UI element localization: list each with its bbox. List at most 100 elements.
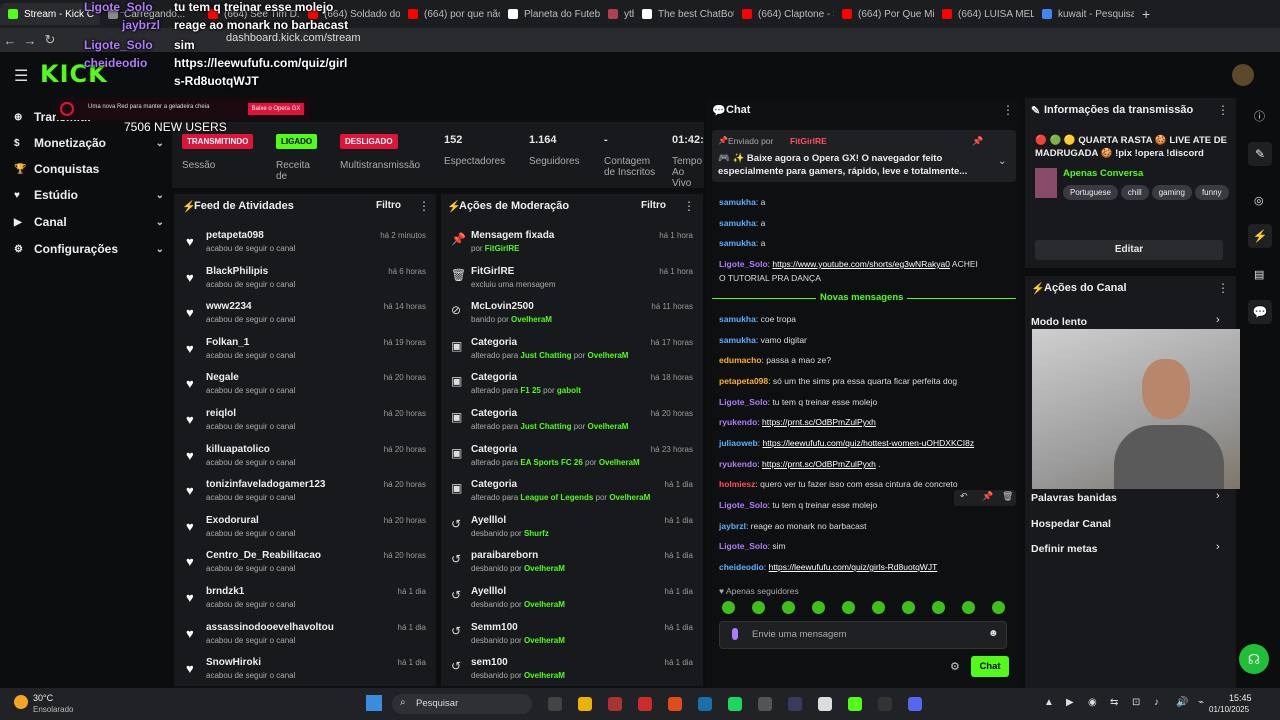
mod-filter-button[interactable]: Filtro [641, 200, 666, 211]
browser-tab[interactable]: (664) Claptone - Sa [734, 3, 834, 25]
chat-username[interactable]: samukha [719, 197, 756, 207]
feed-item[interactable]: ♥ BlackPhilipis acabou de seguir o canal há… [174, 266, 434, 301]
chat-message[interactable]: Ligote_Solo: https://www.youtube.com/sho… [719, 259, 978, 269]
pencil-icon[interactable]: ✎ [1248, 142, 1272, 166]
mod-item[interactable]: ▣ Categoria alterado para Just Chatting po… [441, 337, 701, 372]
feed-menu-icon[interactable]: ⋮ [418, 199, 430, 213]
sidebar-item[interactable]: ⚙ Configurações ⌄ [14, 242, 164, 256]
mod-item[interactable]: ↺ Semm100 desbanido por OvelheraM há 1 dia [441, 622, 701, 657]
mod-item-title[interactable]: Semm100 [471, 622, 518, 633]
mod-item-title[interactable]: Ayelllol [471, 515, 506, 526]
sidebar-item[interactable]: ▶ Canal ⌄ [14, 215, 164, 229]
mod-item-title[interactable]: Categoria [471, 408, 517, 419]
emote-icon[interactable] [872, 601, 885, 614]
chat-message[interactable]: samukha: a [719, 218, 765, 228]
delete-icon[interactable]: 🗑 [1002, 491, 1013, 502]
chat-input[interactable]: Envie uma mensagem ☻ [719, 621, 1007, 649]
feed-username[interactable]: www2234 [206, 301, 252, 312]
support-icon[interactable]: ☊ [1239, 644, 1269, 674]
chat-bubble-icon[interactable]: 💬 [1248, 300, 1272, 324]
feed-username[interactable]: Centro_De_Reabilitacao [206, 550, 321, 561]
emote-icon[interactable] [782, 601, 795, 614]
mod-item-title[interactable]: Categoria [471, 444, 517, 455]
browser-tab[interactable]: kuwait - Pesquisa G [1034, 3, 1134, 25]
feed-filter-button[interactable]: Filtro [376, 200, 401, 211]
browser-tab[interactable]: The best ChatBot a [634, 3, 734, 25]
chevron-right-icon[interactable]: › [1216, 541, 1220, 553]
reply-icon[interactable]: ↶ [960, 491, 968, 502]
ad-button[interactable]: Baixe o Opera GX [248, 103, 304, 115]
chat-username[interactable]: edumacho [719, 355, 762, 365]
mod-item[interactable]: ▣ Categoria alterado para F1 25 por gabolt… [441, 372, 701, 407]
tag-chip[interactable]: funny [1194, 185, 1229, 200]
chat-link[interactable]: https://leewufufu.com/quiz/girls-Rd8uotq… [769, 562, 938, 572]
mod-item[interactable]: ⊘ McLovin2500 banido por OvelheraM há 11 h… [441, 301, 701, 336]
feed-item[interactable]: ♥ Centro_De_Reabilitacao acabou de seguir … [174, 550, 434, 585]
chat-username[interactable]: samukha [719, 314, 756, 324]
taskbar-app-icon[interactable] [788, 697, 802, 711]
slow-mode-item[interactable]: Modo lento [1031, 316, 1087, 328]
host-channel-item[interactable]: Hospedar Canal [1031, 518, 1111, 530]
chat-menu-icon[interactable]: ⋮ [1002, 103, 1014, 117]
menu-icon[interactable]: ☰ [14, 66, 28, 86]
chat-link[interactable]: https://leewufufu.com/quiz/hottest-women… [762, 438, 974, 448]
tray-icon[interactable]: ▲ [1044, 697, 1054, 708]
taskbar-search[interactable]: ⌕ Pesquisar [392, 694, 532, 714]
lightning-icon[interactable]: ⚡ [1248, 224, 1272, 248]
browser-tab[interactable]: Planeta do Futebol [500, 3, 600, 25]
chat-message[interactable]: O TUTORIAL PRA DANÇA [719, 273, 821, 283]
taskbar-app-icon[interactable] [818, 697, 832, 711]
mod-item[interactable]: ↺ sem100 desbanido por OvelheraM há 1 dia [441, 657, 701, 686]
emote-icon[interactable] [902, 601, 915, 614]
chat-username[interactable]: samukha [719, 335, 756, 345]
chat-username[interactable]: jaybrzl [719, 521, 746, 531]
camera-icon[interactable]: ◎ [1254, 194, 1264, 207]
gear-icon[interactable]: ⚙ [950, 660, 960, 673]
feed-username[interactable]: Negale [206, 372, 239, 383]
chevron-right-icon[interactable]: › [1216, 314, 1220, 326]
taskbar-app-icon[interactable] [908, 697, 922, 711]
avatar[interactable] [1232, 64, 1254, 86]
pinned-message[interactable]: 📌 Enviado por FitGirlRE 📌 🎮 ✨ Baixe agor… [712, 130, 1016, 182]
tray-icon[interactable]: 🔊 [1176, 697, 1188, 708]
chevron-down-icon[interactable]: ⌄ [156, 217, 164, 228]
channel-actions-menu-icon[interactable]: ⋮ [1217, 281, 1229, 295]
mod-item-title[interactable]: McLovin2500 [471, 301, 534, 312]
mod-item[interactable]: 🗑 FitGirlRE excluiu uma mensagem há 1 hora [441, 266, 701, 301]
mod-item[interactable]: 📌 Mensagem fixada por FitGirlRE há 1 hora [441, 230, 701, 265]
feed-username[interactable]: Exodorural [206, 515, 259, 526]
taskbar-app-icon[interactable] [758, 697, 772, 711]
browser-tab[interactable]: (664) Por Que Mina [834, 3, 934, 25]
chat-username[interactable]: samukha [719, 218, 756, 228]
taskbar-app-icon[interactable] [548, 697, 562, 711]
mod-item-title[interactable]: Mensagem fixada [471, 230, 554, 241]
mod-item-title[interactable]: sem100 [471, 657, 508, 668]
emote-icon[interactable] [752, 601, 765, 614]
chat-message[interactable]: jaybrzl: reage ao monark no barbacast [719, 521, 866, 531]
feed-username[interactable]: reiqlol [206, 408, 236, 419]
tray-icon[interactable]: ⊡ [1132, 697, 1140, 708]
chat-username[interactable]: ryukendo [719, 417, 757, 427]
emote-icon[interactable] [932, 601, 945, 614]
microphone-icon[interactable] [732, 628, 738, 640]
emote-icon[interactable] [722, 601, 735, 614]
chat-message[interactable]: Ligote_Solo: tu tem q treinar esse molej… [719, 397, 877, 407]
forward-icon[interactable]: → [20, 33, 40, 48]
chat-username[interactable]: Ligote_Solo [719, 259, 768, 269]
sidebar-item[interactable]: $ Monetização ⌄ [14, 136, 164, 150]
feed-item[interactable]: ♥ assassinodooevelhavoltou acabou de segui… [174, 622, 434, 657]
mod-item-title[interactable]: Ayelllol [471, 586, 506, 597]
chat-message[interactable]: ryukendo: https://prnt.sc/OdBPmZulPyxh [719, 417, 876, 427]
feed-username[interactable]: brndzk1 [206, 586, 244, 597]
chat-username[interactable]: ryukendo [719, 459, 757, 469]
chat-username[interactable]: samukha [719, 238, 756, 248]
chat-link[interactable]: https://www.youtube.com/shorts/eg3wNRaky… [772, 259, 950, 269]
chat-username[interactable]: petapeta098 [719, 376, 768, 386]
info-icon[interactable]: ⓘ [1254, 108, 1265, 124]
tray-icon[interactable]: ⇆ [1110, 697, 1118, 708]
feed-username[interactable]: killuapatolico [206, 444, 270, 455]
taskbar-app-icon[interactable] [608, 697, 622, 711]
sidebar-item[interactable]: 🏆 Conquistas [14, 162, 164, 176]
mod-item[interactable]: ▣ Categoria alterado para EA Sports FC 26 … [441, 444, 701, 479]
mod-item[interactable]: ▣ Categoria alterado para League of Legend… [441, 479, 701, 514]
